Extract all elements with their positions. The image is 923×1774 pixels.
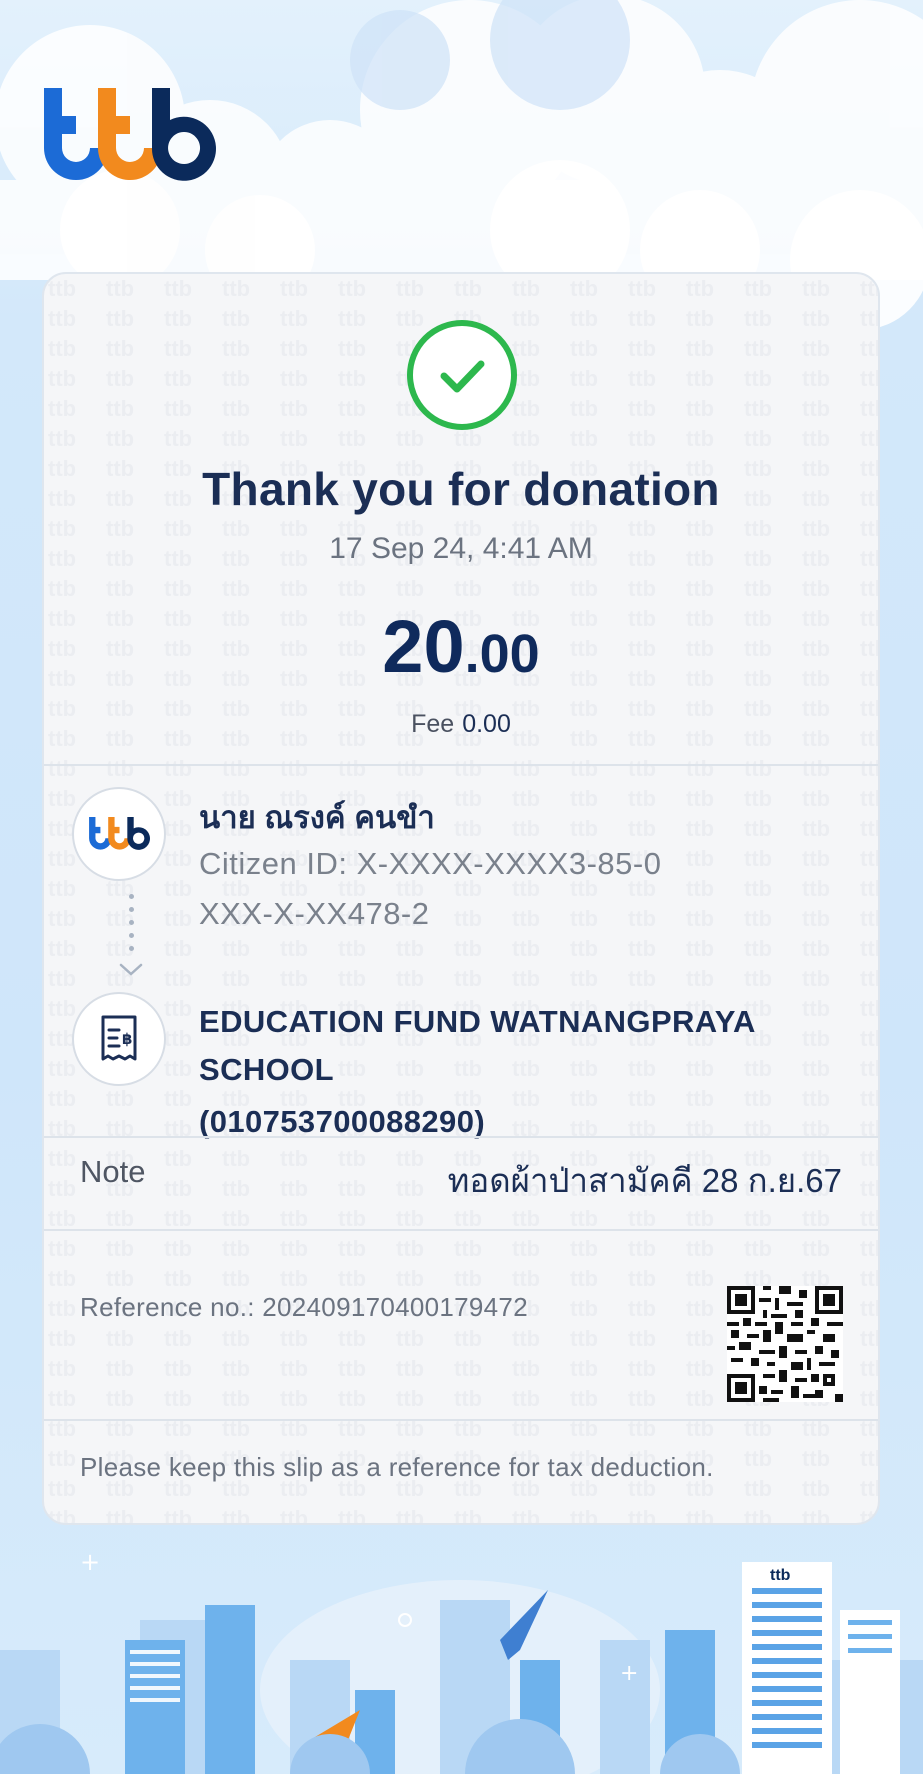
amount-decimal: .00 (464, 624, 540, 684)
svg-text:ttb: ttb (770, 1567, 791, 1584)
transaction-datetime: 17 Sep 24, 4:41 AM (329, 532, 593, 565)
qr-code-icon[interactable] (727, 1286, 843, 1402)
divider (44, 1136, 878, 1138)
check-circle-icon (407, 320, 517, 430)
divider (44, 1419, 878, 1421)
ttb-logo-small (89, 817, 150, 850)
svg-text:฿: ฿ (122, 1030, 132, 1048)
reference-number: Reference no.: 202409170400179472 (80, 1292, 528, 1322)
sender-avatar (72, 787, 166, 881)
city-skyline-illustration: ttb + + (0, 1548, 923, 1774)
sender-citizen-id: Citizen ID: X-XXXX-XXXX3-85-0 (199, 846, 662, 881)
transfer-connector (129, 894, 134, 964)
fee-row: Fee 0.00 (44, 710, 878, 739)
note-value: ทอดผ้าป่าสามัคคี 28 ก.ย.67 (447, 1162, 842, 1199)
fee-label: Fee (411, 710, 455, 738)
sender-account: XXX-X-XX478-2 (199, 896, 430, 931)
sender-name: นาย ณรงค์ คนขำ (199, 800, 435, 835)
tax-deduction-note: Please keep this slip as a reference for… (80, 1452, 714, 1482)
receiver-name: EDUCATION FUND WATNANGPRAYA SCHOOL (199, 1004, 755, 1087)
donation-slip-card: ttb Thank you for donation 17 Sep 24, 4:… (42, 272, 880, 1525)
ttb-logo (44, 88, 216, 181)
divider (44, 1229, 878, 1231)
receiver-avatar: ฿ (72, 992, 166, 1086)
receipt-icon: ฿ (101, 1015, 137, 1061)
svg-text:+: + (80, 1548, 100, 1576)
divider (44, 764, 878, 766)
donation-amount: 20.00 (44, 604, 878, 689)
note-label: Note (80, 1154, 146, 1189)
amount-integer: 20 (382, 605, 465, 688)
receiver-id: (010753700088290) (199, 1104, 486, 1139)
chevron-down-icon (119, 963, 143, 976)
fee-value: 0.00 (462, 710, 511, 738)
page-title: Thank you for donation (202, 463, 720, 515)
svg-text:+: + (620, 1661, 638, 1686)
